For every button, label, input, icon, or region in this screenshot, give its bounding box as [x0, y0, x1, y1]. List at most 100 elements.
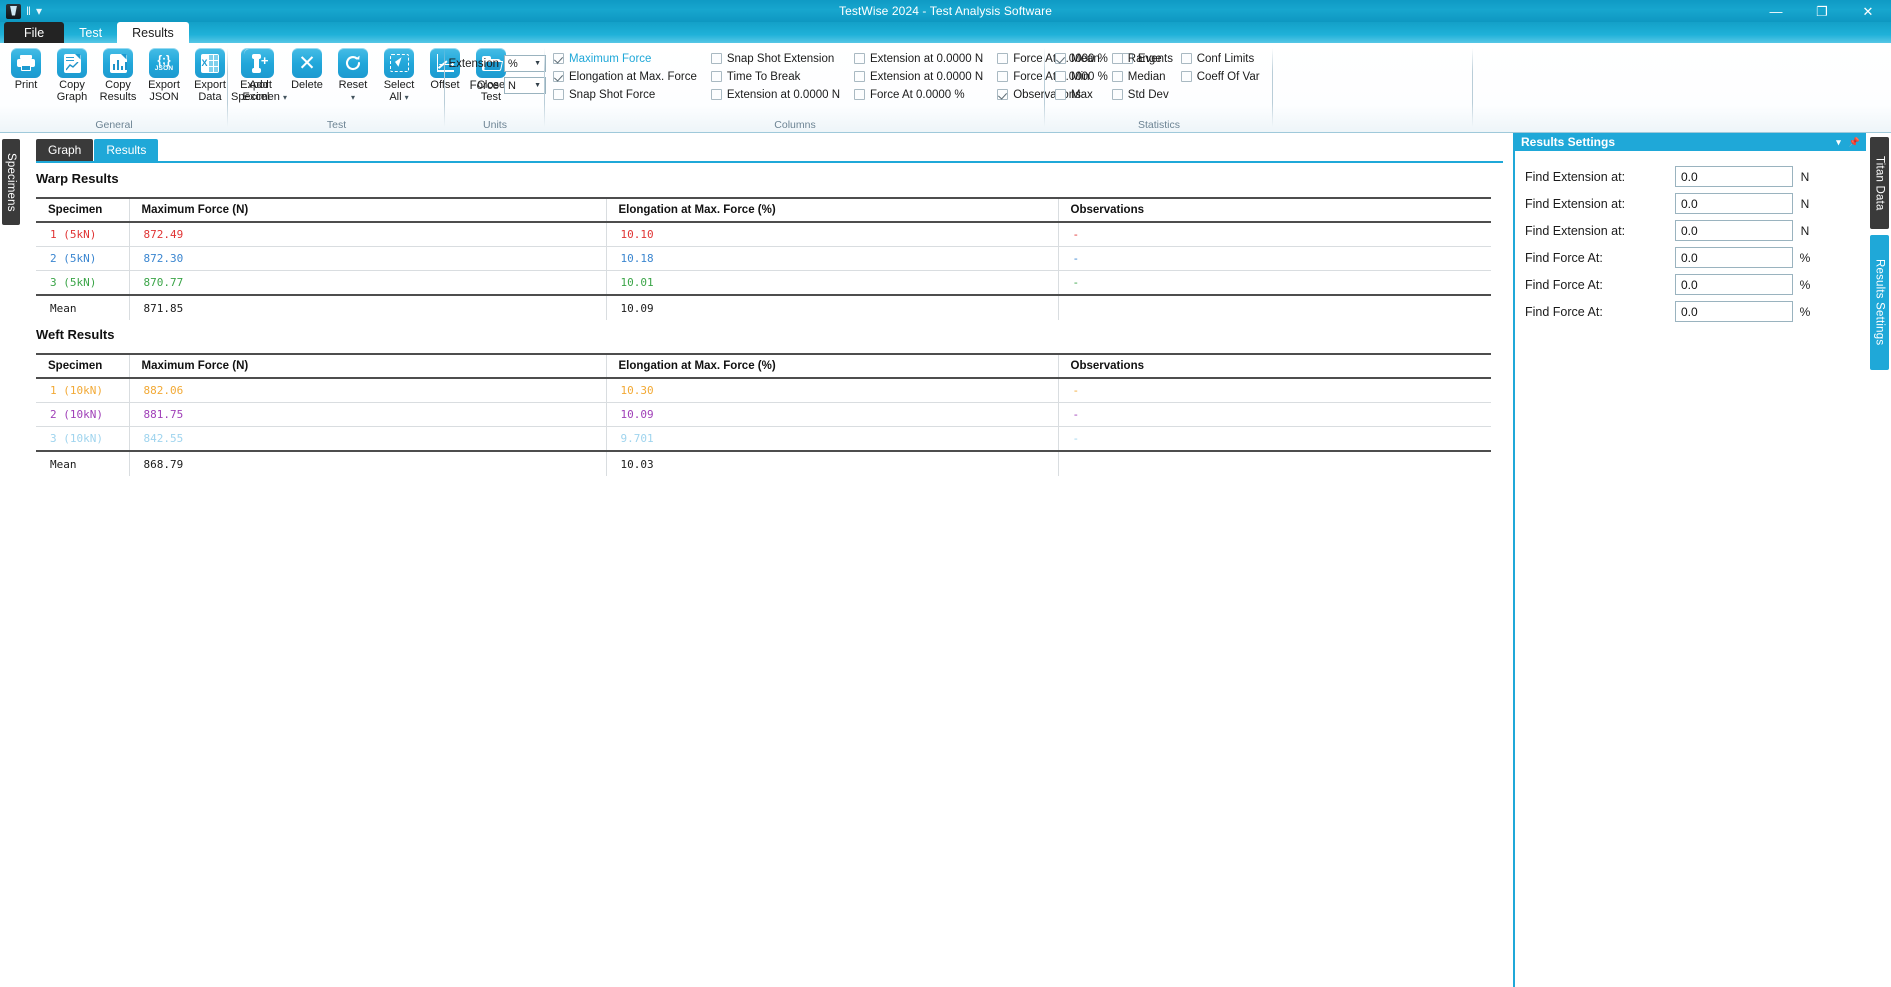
export-json-button[interactable]: {;}JSON ExportJSON: [141, 45, 187, 103]
checkbox-icon[interactable]: [997, 89, 1008, 100]
table-row[interactable]: 1 (10kN) 882.06 10.30 -: [36, 378, 1491, 403]
checkbox-icon[interactable]: [854, 53, 865, 64]
ribbon-tab-file[interactable]: File: [4, 22, 64, 43]
export-data-label-top: Export: [194, 79, 226, 91]
cell-observations: -: [1058, 247, 1491, 271]
ribbon-tab-test[interactable]: Test: [64, 22, 117, 43]
checkbox-icon[interactable]: [1112, 53, 1123, 64]
table-row[interactable]: 2 (5kN) 872.30 10.18 -: [36, 247, 1491, 271]
checkbox-icon[interactable]: [553, 71, 564, 82]
results-settings-body: Find Extension at: N Find Extension at: …: [1515, 151, 1866, 325]
column-toggle-force-at-1[interactable]: Force At 0.0000 %: [854, 86, 983, 103]
checkbox-icon[interactable]: [997, 53, 1008, 64]
checkbox-icon[interactable]: [1055, 89, 1066, 100]
column-header-observations[interactable]: Observations: [1058, 198, 1491, 222]
stat-toggle-median[interactable]: Median: [1112, 68, 1169, 85]
table-row[interactable]: 2 (10kN) 881.75 10.09 -: [36, 403, 1491, 427]
stat-toggle-coeff-of-var[interactable]: Coeff Of Var: [1181, 68, 1260, 85]
checkbox-icon[interactable]: [1055, 71, 1066, 82]
checkbox-icon[interactable]: [711, 53, 722, 64]
checkbox-icon[interactable]: [711, 71, 722, 82]
chevron-down-icon[interactable]: ▼: [534, 60, 543, 67]
dock-tab-results-settings[interactable]: Results Settings: [1870, 235, 1889, 370]
weft-results-section: Weft Results Specimen Maximum Force (N) …: [36, 327, 1503, 476]
pin-icon[interactable]: 📌: [1841, 137, 1860, 148]
stat-toggle-std-dev[interactable]: Std Dev: [1112, 86, 1169, 103]
export-excel-data-icon: X: [195, 48, 225, 78]
checkbox-icon[interactable]: [854, 89, 865, 100]
extension-unit-select[interactable]: % ▼: [504, 55, 546, 72]
close-button[interactable]: ✕: [1845, 0, 1891, 22]
checkbox-icon[interactable]: [997, 71, 1008, 82]
copy-results-button[interactable]: CopyResults: [95, 45, 141, 103]
table-row[interactable]: 1 (5kN) 872.49 10.10 -: [36, 222, 1491, 247]
select-all-button[interactable]: SelectAll ▾: [376, 45, 422, 103]
column-header-elongation[interactable]: Elongation at Max. Force (%): [606, 198, 1058, 222]
column-toggle-maximum-force[interactable]: Maximum Force: [553, 50, 697, 67]
column-header-observations[interactable]: Observations: [1058, 354, 1491, 378]
find-force-at-row-2: Find Force At: %: [1525, 271, 1856, 298]
column-toggle-extension-at-3[interactable]: Extension at 0.0000 N: [854, 68, 983, 85]
checkbox-icon[interactable]: [854, 71, 865, 82]
find-force-at-input-3[interactable]: [1675, 301, 1793, 322]
force-unit-select[interactable]: N ▼: [504, 77, 546, 94]
column-toggle-snap-shot-force[interactable]: Snap Shot Force: [553, 86, 697, 103]
find-force-at-input-2[interactable]: [1675, 274, 1793, 295]
column-header-specimen[interactable]: Specimen: [36, 354, 129, 378]
checkbox-icon[interactable]: [1181, 53, 1192, 64]
dock-tab-results-settings-label: Results Settings: [1874, 259, 1886, 345]
tab-graph[interactable]: Graph: [36, 139, 93, 161]
column-toggle-time-to-break[interactable]: Time To Break: [711, 68, 840, 85]
cell-observations: -: [1058, 271, 1491, 296]
find-extension-at-input-1[interactable]: [1675, 166, 1793, 187]
results-document-pane: Graph Results Warp Results Specimen Maxi…: [24, 133, 1514, 987]
stat-toggle-max[interactable]: Max: [1055, 86, 1100, 103]
sidebar-tab-specimens[interactable]: Specimens: [2, 139, 20, 225]
statistics-checkbox-grid: Mean Min Max Range Median Std Dev Conf L…: [1055, 50, 1260, 103]
chevron-down-icon[interactable]: ▼: [534, 82, 543, 89]
checkbox-icon[interactable]: [1112, 71, 1123, 82]
minimize-button[interactable]: —: [1753, 0, 1799, 22]
table-row[interactable]: 3 (5kN) 870.77 10.01 -: [36, 271, 1491, 296]
find-extension-at-input-3[interactable]: [1675, 220, 1793, 241]
column-header-elongation[interactable]: Elongation at Max. Force (%): [606, 354, 1058, 378]
ribbon-tab-results[interactable]: Results: [117, 22, 189, 43]
tab-results[interactable]: Results: [94, 139, 158, 161]
delete-button[interactable]: ✕ Delete: [284, 45, 330, 92]
column-toggle-elongation-at-max-force[interactable]: Elongation at Max. Force: [553, 68, 697, 85]
stat-toggle-mean[interactable]: Mean: [1055, 50, 1100, 67]
stat-toggle-conf-limits[interactable]: Conf Limits: [1181, 50, 1260, 67]
column-toggle-snap-shot-extension[interactable]: Snap Shot Extension: [711, 50, 840, 67]
table-summary-row: Mean 871.85 10.09: [36, 295, 1491, 320]
maximize-button[interactable]: ❐: [1799, 0, 1845, 22]
reset-button[interactable]: Reset▾: [330, 45, 376, 103]
find-force-at-input-1[interactable]: [1675, 247, 1793, 268]
copy-graph-button[interactable]: CopyGraph: [49, 45, 95, 103]
checkbox-icon[interactable]: [1181, 71, 1192, 82]
find-extension-at-input-2[interactable]: [1675, 193, 1793, 214]
add-specimen-dropdown-icon[interactable]: ▾: [283, 93, 287, 102]
column-toggle-extension-at-1[interactable]: Extension at 0.0000 N: [711, 86, 840, 103]
select-all-label-top: Select: [384, 79, 415, 91]
print-button[interactable]: Print: [3, 45, 49, 92]
stat-toggle-range[interactable]: Range: [1112, 50, 1169, 67]
checkbox-icon[interactable]: [711, 89, 722, 100]
checkbox-icon[interactable]: [553, 53, 564, 64]
column-header-maximum-force[interactable]: Maximum Force (N): [129, 198, 606, 222]
column-header-specimen[interactable]: Specimen: [36, 198, 129, 222]
checkbox-icon[interactable]: [1055, 53, 1066, 64]
checkbox-icon[interactable]: [1112, 89, 1123, 100]
warp-results-table: Specimen Maximum Force (N) Elongation at…: [36, 197, 1491, 320]
column-toggle-extension-at-2[interactable]: Extension at 0.0000 N: [854, 50, 983, 67]
chevron-down-icon[interactable]: ▾: [1828, 137, 1841, 148]
column-header-maximum-force[interactable]: Maximum Force (N): [129, 354, 606, 378]
dock-tab-titan-data[interactable]: Titan Data: [1870, 137, 1889, 229]
weft-results-title: Weft Results: [36, 327, 1503, 342]
table-row[interactable]: 3 (10kN) 842.55 9.701 -: [36, 427, 1491, 452]
add-specimen-button[interactable]: + AddSpecimen ▾: [234, 45, 284, 103]
stat-toggle-min[interactable]: Min: [1055, 68, 1100, 85]
checkbox-icon[interactable]: [553, 89, 564, 100]
table-header-row: Specimen Maximum Force (N) Elongation at…: [36, 198, 1491, 222]
select-all-dropdown-icon[interactable]: ▾: [405, 93, 409, 102]
reset-dropdown-icon[interactable]: ▾: [351, 93, 355, 102]
